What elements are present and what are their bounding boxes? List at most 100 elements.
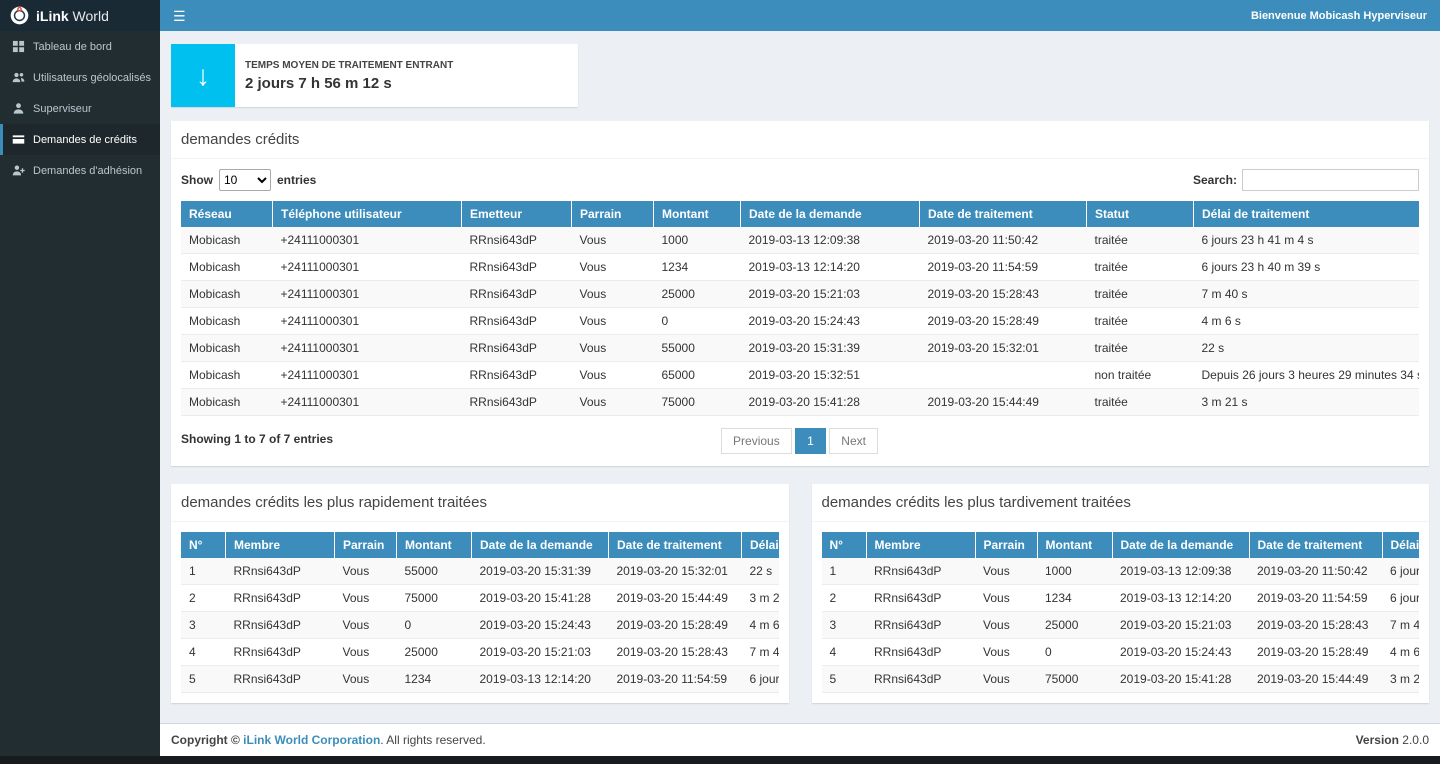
table-row: 2RRnsi643dPVous750002019-03-20 15:41:282… bbox=[181, 585, 779, 612]
column-header: Délai de traitement bbox=[742, 532, 779, 558]
table-cell: 25000 bbox=[397, 639, 472, 666]
table-cell: RRnsi643dP bbox=[226, 612, 335, 639]
pagination-previous-button[interactable]: Previous bbox=[721, 428, 792, 454]
version-text: Version 2.0.0 bbox=[1356, 733, 1429, 747]
credits-panel-title: demandes crédits bbox=[171, 121, 1429, 159]
table-cell: traitée bbox=[1087, 389, 1194, 416]
table-header-row: N°MembreParrainMontantDate de la demande… bbox=[181, 532, 779, 558]
column-header[interactable]: Montant bbox=[654, 201, 741, 227]
credits-table-body: Mobicash+24111000301RRnsi643dPVous100020… bbox=[181, 227, 1419, 416]
table-cell: RRnsi643dP bbox=[226, 558, 335, 585]
table-cell: 2019-03-20 15:41:28 bbox=[741, 389, 920, 416]
copyright-prefix: Copyright © bbox=[171, 733, 243, 747]
table-cell: RRnsi643dP bbox=[866, 585, 975, 612]
column-header[interactable]: Statut bbox=[1087, 201, 1194, 227]
table-cell: 25000 bbox=[1037, 612, 1112, 639]
table-cell: 2019-03-20 11:54:59 bbox=[609, 666, 742, 693]
sidebar-item-demandes-adhesion[interactable]: Demandes d'adhésion bbox=[0, 155, 160, 186]
table-row: 5RRnsi643dPVous750002019-03-20 15:41:282… bbox=[822, 666, 1420, 693]
table-cell: Mobicash bbox=[181, 389, 273, 416]
table-cell: RRnsi643dP bbox=[462, 227, 572, 254]
table-cell: 4 m 6 s bbox=[1382, 639, 1419, 666]
app-logo[interactable]: iLink World bbox=[0, 0, 160, 31]
search-label: Search: bbox=[1193, 173, 1237, 187]
table-cell: 7 m 40 s bbox=[742, 639, 779, 666]
table-cell: 1 bbox=[822, 558, 867, 585]
column-header[interactable]: Date de traitement bbox=[920, 201, 1087, 227]
page-length-select[interactable]: 10 bbox=[219, 169, 271, 191]
sidebar-item-utilisateurs-geolocalises[interactable]: Utilisateurs géolocalisés bbox=[0, 62, 160, 93]
table-cell: 1000 bbox=[1037, 558, 1112, 585]
column-header: Parrain bbox=[975, 532, 1037, 558]
table-row: 1RRnsi643dPVous550002019-03-20 15:31:392… bbox=[181, 558, 779, 585]
column-header[interactable]: Téléphone utilisateur bbox=[273, 201, 462, 227]
table-cell: 2019-03-13 12:14:20 bbox=[472, 666, 609, 693]
table-cell: 2019-03-20 15:32:51 bbox=[741, 362, 920, 389]
table-cell: traitée bbox=[1087, 227, 1194, 254]
table-cell: Vous bbox=[975, 666, 1037, 693]
sidebar-item-tableau-de-bord[interactable]: Tableau de bord bbox=[0, 31, 160, 62]
table-cell: Depuis 26 jours 3 heures 29 minutes 34 s… bbox=[1194, 362, 1420, 389]
table-cell: 25000 bbox=[654, 281, 741, 308]
user-plus-icon bbox=[12, 164, 25, 177]
table-cell: Vous bbox=[572, 362, 654, 389]
table-cell: RRnsi643dP bbox=[226, 666, 335, 693]
table-cell: Vous bbox=[975, 612, 1037, 639]
table-cell: 2019-03-20 11:50:42 bbox=[1249, 558, 1382, 585]
column-header: Parrain bbox=[335, 532, 397, 558]
table-cell: 2019-03-20 15:28:49 bbox=[609, 612, 742, 639]
table-cell: +24111000301 bbox=[273, 308, 462, 335]
sidebar-item-label: Demandes d'adhésion bbox=[33, 165, 142, 177]
column-header[interactable]: Emetteur bbox=[462, 201, 572, 227]
table-cell: 7 m 40 s bbox=[1382, 612, 1419, 639]
table-row: Mobicash+24111000301RRnsi643dPVous550002… bbox=[181, 335, 1419, 362]
table-row: 3RRnsi643dPVous250002019-03-20 15:21:032… bbox=[822, 612, 1420, 639]
pagination: Previous 1 Next bbox=[181, 428, 1419, 454]
credit-card-icon bbox=[12, 133, 25, 146]
table-cell: 22 s bbox=[1194, 335, 1420, 362]
table-cell: 4 bbox=[181, 639, 226, 666]
app-window: iLink World ☰ Bienvenue Mobicash Hypervi… bbox=[0, 0, 1440, 764]
table-cell: 2019-03-20 15:24:43 bbox=[741, 308, 920, 335]
table-cell: 4 m 6 s bbox=[1194, 308, 1420, 335]
table-cell: RRnsi643dP bbox=[462, 335, 572, 362]
pagination-page-1-button[interactable]: 1 bbox=[795, 428, 826, 454]
sidebar-item-superviseur[interactable]: Superviseur bbox=[0, 93, 160, 124]
table-cell: 2019-03-20 15:24:43 bbox=[1112, 639, 1249, 666]
user-icon bbox=[12, 102, 25, 115]
pagination-next-button[interactable]: Next bbox=[829, 428, 878, 454]
table-cell: 1234 bbox=[397, 666, 472, 693]
search-input[interactable] bbox=[1242, 169, 1419, 191]
sidebar-item-demandes-de-credits[interactable]: Demandes de crédits bbox=[0, 124, 160, 155]
table-row: 4RRnsi643dPVous02019-03-20 15:24:432019-… bbox=[822, 639, 1420, 666]
table-row: Mobicash+24111000301RRnsi643dPVous123420… bbox=[181, 254, 1419, 281]
company-link[interactable]: iLink World Corporation bbox=[243, 733, 380, 747]
table-cell: 2019-03-20 11:54:59 bbox=[1249, 585, 1382, 612]
users-icon bbox=[12, 71, 25, 84]
table-row: 2RRnsi643dPVous12342019-03-13 12:14:2020… bbox=[822, 585, 1420, 612]
table-cell: 6 jours 23 h 40 m 39 s bbox=[742, 666, 779, 693]
column-header[interactable]: Date de la demande bbox=[741, 201, 920, 227]
table-cell: Mobicash bbox=[181, 362, 273, 389]
slowest-processed-panel: demandes crédits les plus tardivement tr… bbox=[812, 484, 1430, 703]
column-header[interactable]: Réseau bbox=[181, 201, 273, 227]
table-cell: 3 m 21 s bbox=[1382, 666, 1419, 693]
table-cell: 2019-03-20 15:24:43 bbox=[472, 612, 609, 639]
column-header[interactable]: Parrain bbox=[572, 201, 654, 227]
table-cell: traitée bbox=[1087, 254, 1194, 281]
table-cell: Vous bbox=[572, 389, 654, 416]
infobox-label: TEMPS MOYEN DE TRAITEMENT ENTRANT bbox=[245, 60, 453, 71]
credits-table: RéseauTéléphone utilisateurEmetteurParra… bbox=[181, 201, 1419, 416]
table-cell: 2019-03-20 15:41:28 bbox=[472, 585, 609, 612]
column-header[interactable]: Délai de traitement bbox=[1194, 201, 1420, 227]
column-header: Délai de traitement bbox=[1382, 532, 1419, 558]
table-cell: 2019-03-20 15:28:49 bbox=[1249, 639, 1382, 666]
table-row: 4RRnsi643dPVous250002019-03-20 15:21:032… bbox=[181, 639, 779, 666]
sidebar-item-label: Utilisateurs géolocalisés bbox=[33, 72, 151, 84]
slowest-table: N°MembreParrainMontantDate de la demande… bbox=[822, 532, 1420, 693]
table-header-row: RéseauTéléphone utilisateurEmetteurParra… bbox=[181, 201, 1419, 227]
sidebar-toggle-icon[interactable]: ☰ bbox=[173, 9, 186, 23]
column-header: Date de traitement bbox=[609, 532, 742, 558]
search-control: Search: bbox=[1193, 169, 1419, 191]
table-cell: Mobicash bbox=[181, 227, 273, 254]
